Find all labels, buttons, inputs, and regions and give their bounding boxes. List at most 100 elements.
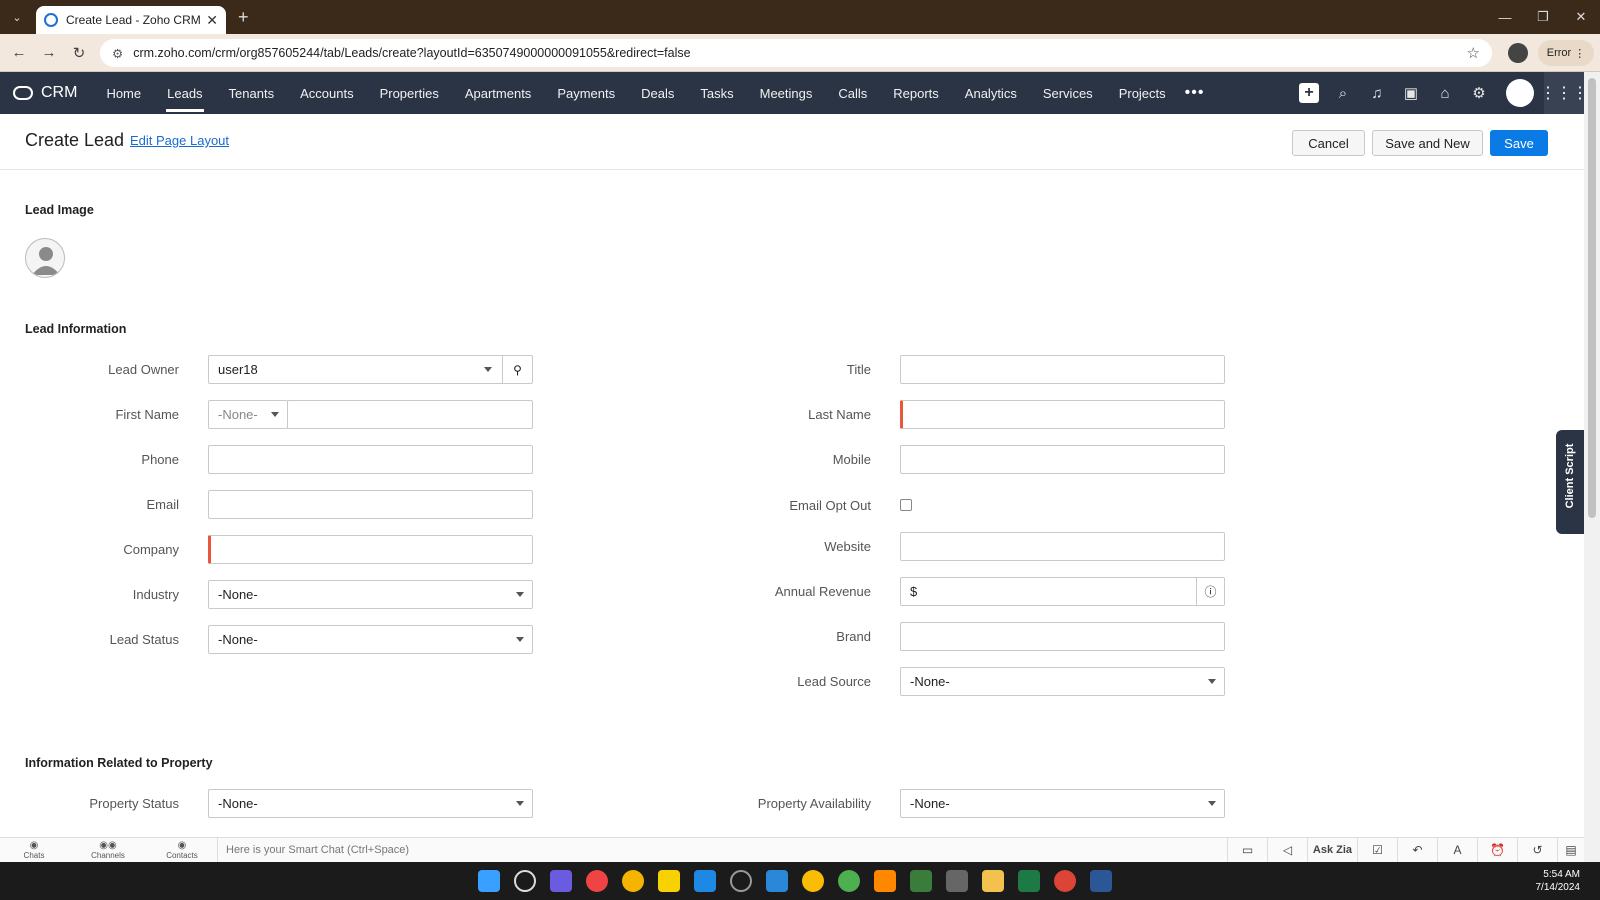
- annual-revenue-input[interactable]: $ ⓘ: [900, 577, 1225, 606]
- email-opt-out-checkbox[interactable]: [900, 499, 912, 511]
- notes-icon[interactable]: ▤: [1557, 838, 1584, 862]
- copilot-icon[interactable]: [550, 870, 572, 892]
- close-tab-icon[interactable]: ✕: [206, 12, 218, 29]
- lead-image-avatar[interactable]: [25, 238, 65, 278]
- close-window-icon[interactable]: ✕: [1562, 0, 1600, 34]
- maps-icon[interactable]: [838, 870, 860, 892]
- bookmark-star-icon[interactable]: ☆: [1467, 44, 1480, 62]
- nav-services[interactable]: Services: [1030, 72, 1106, 114]
- chrome-icon[interactable]: [586, 870, 608, 892]
- chrome-active-icon[interactable]: [1054, 870, 1076, 892]
- user-lookup-icon[interactable]: ⚲: [502, 356, 532, 383]
- nav-payments[interactable]: Payments: [544, 72, 628, 114]
- mobile-input[interactable]: [900, 445, 1225, 474]
- vlc-icon[interactable]: [874, 870, 896, 892]
- minimize-icon[interactable]: —: [1486, 0, 1524, 34]
- smart-chat-input[interactable]: Here is your Smart Chat (Ctrl+Space): [217, 838, 1227, 862]
- calculator-icon[interactable]: [946, 870, 968, 892]
- history-icon[interactable]: ↺: [1517, 838, 1557, 862]
- property-availability-select[interactable]: -None-: [900, 789, 1225, 818]
- chats-tab[interactable]: ◉ Chats: [14, 840, 54, 860]
- channels-tab[interactable]: ◉◉ Channels: [88, 840, 128, 860]
- browser-tab[interactable]: Create Lead - Zoho CRM ✕: [36, 6, 226, 34]
- openai-icon[interactable]: [730, 870, 752, 892]
- email-input[interactable]: [208, 490, 533, 519]
- scrollbar-thumb[interactable]: [1588, 78, 1596, 518]
- cancel-button[interactable]: Cancel: [1292, 130, 1365, 156]
- app-grid-icon[interactable]: ⋮⋮⋮: [1540, 72, 1588, 114]
- nav-projects[interactable]: Projects: [1106, 72, 1179, 114]
- company-input[interactable]: [208, 535, 533, 564]
- contacts-tab[interactable]: ◉ Contacts: [162, 840, 202, 860]
- salutation-select[interactable]: -None-: [208, 400, 288, 429]
- reload-icon[interactable]: ↻: [64, 44, 94, 62]
- nav-meetings[interactable]: Meetings: [747, 72, 826, 114]
- announce-icon[interactable]: ◁: [1267, 838, 1307, 862]
- forward-icon[interactable]: →: [34, 44, 64, 61]
- nav-accounts[interactable]: Accounts: [287, 72, 366, 114]
- back-icon[interactable]: ←: [4, 44, 34, 61]
- translate-icon[interactable]: A: [1437, 838, 1477, 862]
- screen-share-icon[interactable]: ▭: [1227, 838, 1267, 862]
- mail-icon[interactable]: [694, 870, 716, 892]
- user-avatar[interactable]: [1506, 79, 1534, 107]
- phone-input[interactable]: [208, 445, 533, 474]
- nav-calls[interactable]: Calls: [825, 72, 880, 114]
- client-script-tab[interactable]: Client Script: [1556, 430, 1584, 534]
- undo-icon[interactable]: ↶: [1397, 838, 1437, 862]
- nav-apartments[interactable]: Apartments: [452, 72, 544, 114]
- chrome-beta-icon[interactable]: [802, 870, 824, 892]
- property-status-select[interactable]: -None-: [208, 789, 533, 818]
- industry-select[interactable]: -None-: [208, 580, 533, 609]
- excel-icon[interactable]: [1018, 870, 1040, 892]
- save-and-new-button[interactable]: Save and New: [1372, 130, 1483, 156]
- website-input[interactable]: [900, 532, 1225, 561]
- tab-search-icon[interactable]: ⌄: [6, 6, 28, 28]
- first-name-input[interactable]: [287, 400, 533, 429]
- lead-source-select[interactable]: -None-: [900, 667, 1225, 696]
- calendar-icon[interactable]: ▣: [1394, 72, 1428, 114]
- error-button[interactable]: Error ⋮: [1538, 40, 1594, 66]
- browser-profile-icon[interactable]: [1508, 43, 1528, 63]
- nav-deals[interactable]: Deals: [628, 72, 687, 114]
- page-scrollbar[interactable]: [1584, 72, 1600, 862]
- signal-icon[interactable]: ☑: [1357, 838, 1397, 862]
- vscode-icon[interactable]: [766, 870, 788, 892]
- alarm-icon[interactable]: ⏰: [1477, 838, 1517, 862]
- site-info-icon[interactable]: ⚙: [112, 46, 123, 61]
- sticky-notes-icon[interactable]: [658, 870, 680, 892]
- create-plus-icon[interactable]: +: [1292, 72, 1326, 114]
- save-button[interactable]: Save: [1490, 130, 1548, 156]
- nav-properties[interactable]: Properties: [367, 72, 452, 114]
- lead-owner-select[interactable]: user18 ⚲: [208, 355, 533, 384]
- word-icon[interactable]: [1090, 870, 1112, 892]
- crm-logo[interactable]: CRM: [13, 84, 77, 102]
- nav-analytics[interactable]: Analytics: [952, 72, 1030, 114]
- nav-tasks[interactable]: Tasks: [687, 72, 746, 114]
- url-bar[interactable]: ⚙ crm.zoho.com/crm/org857605244/tab/Lead…: [100, 39, 1492, 67]
- edit-page-layout-link[interactable]: Edit Page Layout: [130, 133, 229, 148]
- bell-icon[interactable]: ♫: [1360, 72, 1394, 114]
- marketplace-icon[interactable]: ⌂: [1428, 72, 1462, 114]
- lead-status-select[interactable]: -None-: [208, 625, 533, 654]
- restore-icon[interactable]: ❐: [1524, 0, 1562, 34]
- info-icon[interactable]: ⓘ: [1196, 578, 1224, 605]
- nav-reports[interactable]: Reports: [880, 72, 952, 114]
- nav-tenants[interactable]: Tenants: [216, 72, 288, 114]
- nvidia-icon[interactable]: [910, 870, 932, 892]
- brand-input[interactable]: [900, 622, 1225, 651]
- search-icon[interactable]: ⌕: [1326, 72, 1360, 114]
- last-name-input[interactable]: [900, 400, 1225, 429]
- search-icon[interactable]: [514, 870, 536, 892]
- chrome-alt-icon[interactable]: [622, 870, 644, 892]
- nav-home[interactable]: Home: [93, 72, 154, 114]
- title-input[interactable]: [900, 355, 1225, 384]
- gear-icon[interactable]: ⚙: [1462, 72, 1496, 114]
- file-explorer-icon[interactable]: [982, 870, 1004, 892]
- windows-start-icon[interactable]: [478, 870, 500, 892]
- system-clock[interactable]: 5:54 AM 7/14/2024: [1536, 868, 1581, 894]
- more-modules-icon[interactable]: •••: [1185, 84, 1205, 102]
- ask-zia-button[interactable]: Ask Zia: [1307, 838, 1357, 862]
- new-tab-icon[interactable]: +: [238, 7, 249, 28]
- nav-leads[interactable]: Leads: [154, 72, 215, 114]
